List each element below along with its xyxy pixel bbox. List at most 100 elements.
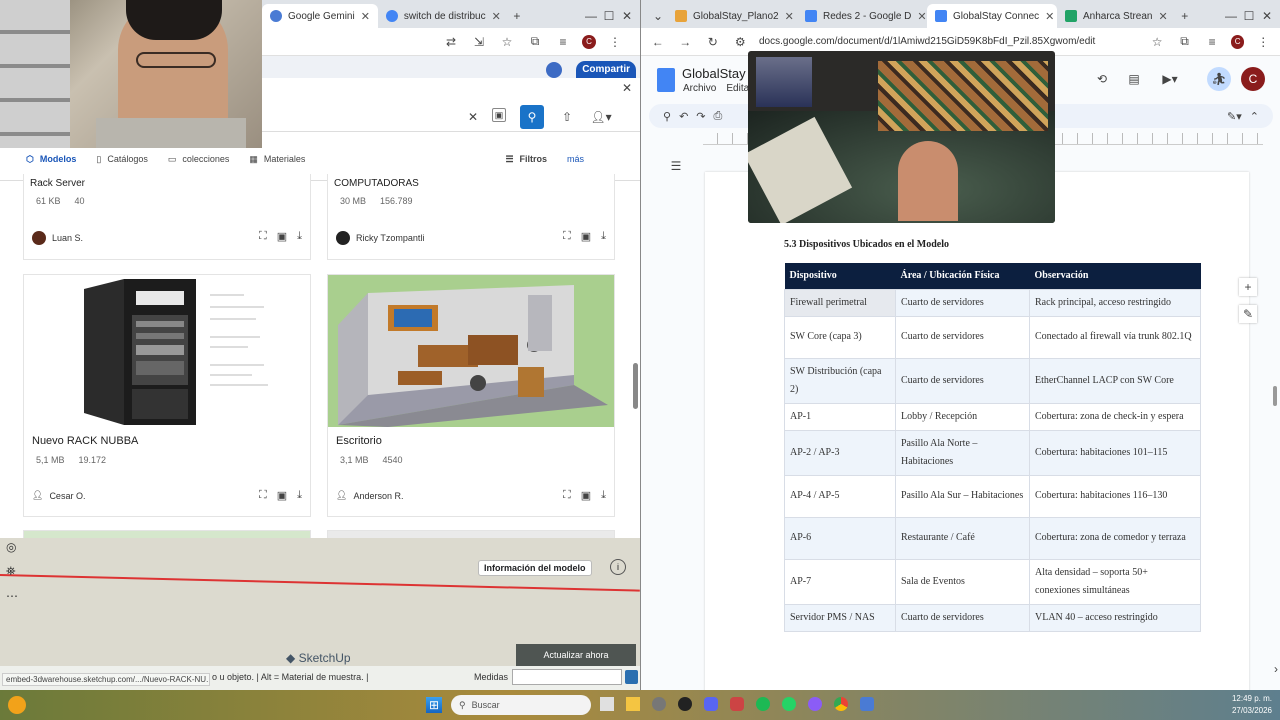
extensions-icon[interactable]: ⧉ (526, 33, 544, 51)
menu-archivo[interactable]: Archivo (683, 83, 716, 94)
cell-device[interactable]: Firewall perimetral (784, 288, 896, 317)
download-icon[interactable]: ⤓ (601, 230, 606, 243)
fullscreen-icon[interactable]: ⛶ (259, 230, 267, 243)
cell-area[interactable]: Cuarto de servidores (895, 357, 1030, 404)
fullscreen-icon[interactable]: ⛶ (259, 489, 267, 502)
cell-note[interactable]: Cobertura: zona de check-in y espera (1029, 402, 1201, 431)
tab-google-gemini[interactable]: Google Gemini ✕ (262, 4, 378, 28)
minimize-icon[interactable]: — (1222, 7, 1240, 25)
clear-icon[interactable]: ✕ (464, 108, 482, 126)
close-window-icon[interactable]: ✕ (618, 7, 636, 25)
comments-icon[interactable]: ▤ (1125, 70, 1143, 88)
task-view-icon[interactable] (600, 697, 614, 711)
preview-icon[interactable]: ▣ (277, 230, 287, 243)
docs-logo-icon[interactable] (657, 68, 675, 92)
close-tab-icon[interactable]: ✕ (1045, 10, 1054, 23)
close-tab-icon[interactable]: ✕ (917, 10, 926, 23)
gemini-avatar[interactable] (546, 62, 562, 78)
cell-note[interactable]: Alta densidad – soporta 50+ conexiones s… (1029, 558, 1201, 605)
model-card-next-right[interactable] (327, 530, 615, 538)
close-tab-icon[interactable]: ✕ (361, 10, 370, 23)
cell-device[interactable]: SW Distribución (capa 2) (784, 357, 896, 404)
cell-device[interactable]: AP-2 / AP-3 (784, 429, 896, 476)
info-icon[interactable]: i (610, 559, 626, 575)
upload-icon[interactable]: ⇧ (558, 108, 576, 126)
site-info-icon[interactable]: ⚙ (732, 33, 750, 51)
close-tab-icon[interactable]: ✕ (1159, 10, 1168, 23)
redo-icon[interactable]: ↷ (696, 110, 705, 123)
taskbar-search[interactable]: ⚲ Buscar (451, 695, 591, 715)
cell-area[interactable]: Cuarto de servidores (895, 288, 1030, 317)
collapse-icon[interactable]: ⌃ (1250, 110, 1259, 123)
cell-device[interactable]: SW Core (capa 3) (784, 315, 896, 359)
tab-globalstay-plano[interactable]: GlobalStay_Plano2 ✕ (667, 4, 797, 28)
cell-area[interactable]: Pasillo Ala Sur – Habitaciones (895, 474, 1030, 518)
close-tab-icon[interactable]: ✕ (785, 10, 794, 23)
outline-icon[interactable]: ☰ (667, 157, 685, 175)
office-thumbnail[interactable] (328, 275, 614, 427)
edit-mode-icon[interactable]: ✎▾ (1227, 110, 1242, 123)
preview-icon[interactable]: ▣ (581, 230, 591, 243)
instructor-icon[interactable]: ◎ (6, 540, 30, 554)
rack-thumbnail[interactable] (24, 275, 310, 427)
card-author[interactable]: Ricky Tzompantli (336, 231, 424, 245)
cell-note[interactable]: Cobertura: habitaciones 116–130 (1029, 474, 1201, 518)
minimize-icon[interactable]: — (582, 7, 600, 25)
media-icon[interactable]: ≡ (1203, 33, 1221, 51)
settings-icon[interactable] (652, 697, 666, 711)
spotify-icon[interactable] (756, 697, 770, 711)
preview-icon[interactable]: ▣ (581, 489, 591, 502)
update-now-button[interactable]: Actualizar ahora (516, 644, 636, 666)
preview-icon[interactable]: ▣ (277, 489, 287, 502)
image-search-icon[interactable]: ▣ (492, 108, 506, 122)
more-link[interactable]: más (567, 154, 584, 164)
tab-models[interactable]: ⬡ Modelos (26, 154, 76, 165)
cell-note[interactable]: VLAN 40 – acceso restringido (1029, 603, 1201, 632)
cell-area[interactable]: Restaurante / Café (895, 516, 1030, 560)
whatsapp-icon[interactable] (782, 697, 796, 711)
cell-note[interactable]: Rack principal, acceso restringido (1029, 288, 1201, 317)
chrome-icon[interactable] (834, 697, 848, 711)
search-input[interactable] (262, 106, 486, 128)
cell-note[interactable]: Cobertura: zona de comedor y terraza (1029, 516, 1201, 560)
model-card-escritorio[interactable]: Escritorio 3,1 MB 4540 👤︎ Anderson R. ⛶ ▣ ⤓ (327, 274, 615, 517)
download-icon[interactable]: ⤓ (297, 230, 302, 243)
forward-icon[interactable]: → (677, 33, 695, 51)
media-icon[interactable]: ≡ (554, 33, 572, 51)
cell-device[interactable]: AP-1 (784, 402, 896, 431)
cell-area[interactable]: Cuarto de servidores (895, 603, 1030, 632)
file-explorer-icon[interactable] (626, 697, 640, 711)
tab-materials[interactable]: ▦ Materiales (249, 154, 305, 165)
address-bar[interactable]: docs.google.com/document/d/1lAmiwd215GiD… (759, 36, 1138, 47)
filters-button[interactable]: ☰ Filtros (505, 154, 547, 165)
panel-scrollbar[interactable] (633, 363, 638, 409)
tab-switch-distribucion[interactable]: switch de distribuc ✕ (378, 4, 508, 28)
search-icon[interactable]: ⚲ (520, 105, 544, 129)
share-people-icon[interactable]: ⛹︎ (1207, 67, 1231, 91)
reload-icon[interactable]: ↻ (704, 33, 722, 51)
more-tools-icon[interactable]: ⋯ (6, 589, 30, 603)
cell-note[interactable]: EtherChannel LACP con SW Core (1029, 357, 1201, 404)
extensions-icon[interactable]: ⧉ (1176, 33, 1194, 51)
translate-icon[interactable]: ⇄ (442, 33, 460, 51)
account-avatar[interactable]: C (1241, 67, 1265, 91)
cell-area[interactable]: Lobby / Recepción (895, 402, 1030, 431)
model-card-nuevo-rack[interactable]: Nuevo RACK NUBBA 5,1 MB 19.172 👤︎ Cesar O.… (23, 274, 311, 517)
model-card-next-left[interactable] (23, 530, 311, 538)
add-comment-icon[interactable]: + (1239, 278, 1257, 296)
doc-scrollbar[interactable] (1273, 386, 1277, 406)
card-author[interactable]: 👤︎ Anderson R. (336, 490, 403, 501)
system-clock[interactable]: 12:49 p. m. 27/03/2026 (1232, 693, 1272, 717)
messenger-icon[interactable] (808, 697, 822, 711)
tab-anharca[interactable]: Anharca Strean ✕ (1057, 4, 1176, 28)
tab-catalogs[interactable]: ▯ Catálogos (96, 154, 147, 165)
cell-device[interactable]: AP-6 (784, 516, 896, 560)
tab-list-icon[interactable]: ⌄ (649, 7, 667, 25)
walk-icon[interactable]: ⛯ (6, 564, 30, 579)
cell-device[interactable]: AP-4 / AP-5 (784, 474, 896, 518)
bookmark-star-icon[interactable]: ☆ (498, 33, 516, 51)
sketchup-corner-icon[interactable] (625, 670, 638, 684)
cell-area[interactable]: Sala de Eventos (895, 558, 1030, 605)
user-menu-icon[interactable]: 👤︎▾ (588, 108, 614, 126)
back-icon[interactable]: ← (649, 33, 667, 51)
